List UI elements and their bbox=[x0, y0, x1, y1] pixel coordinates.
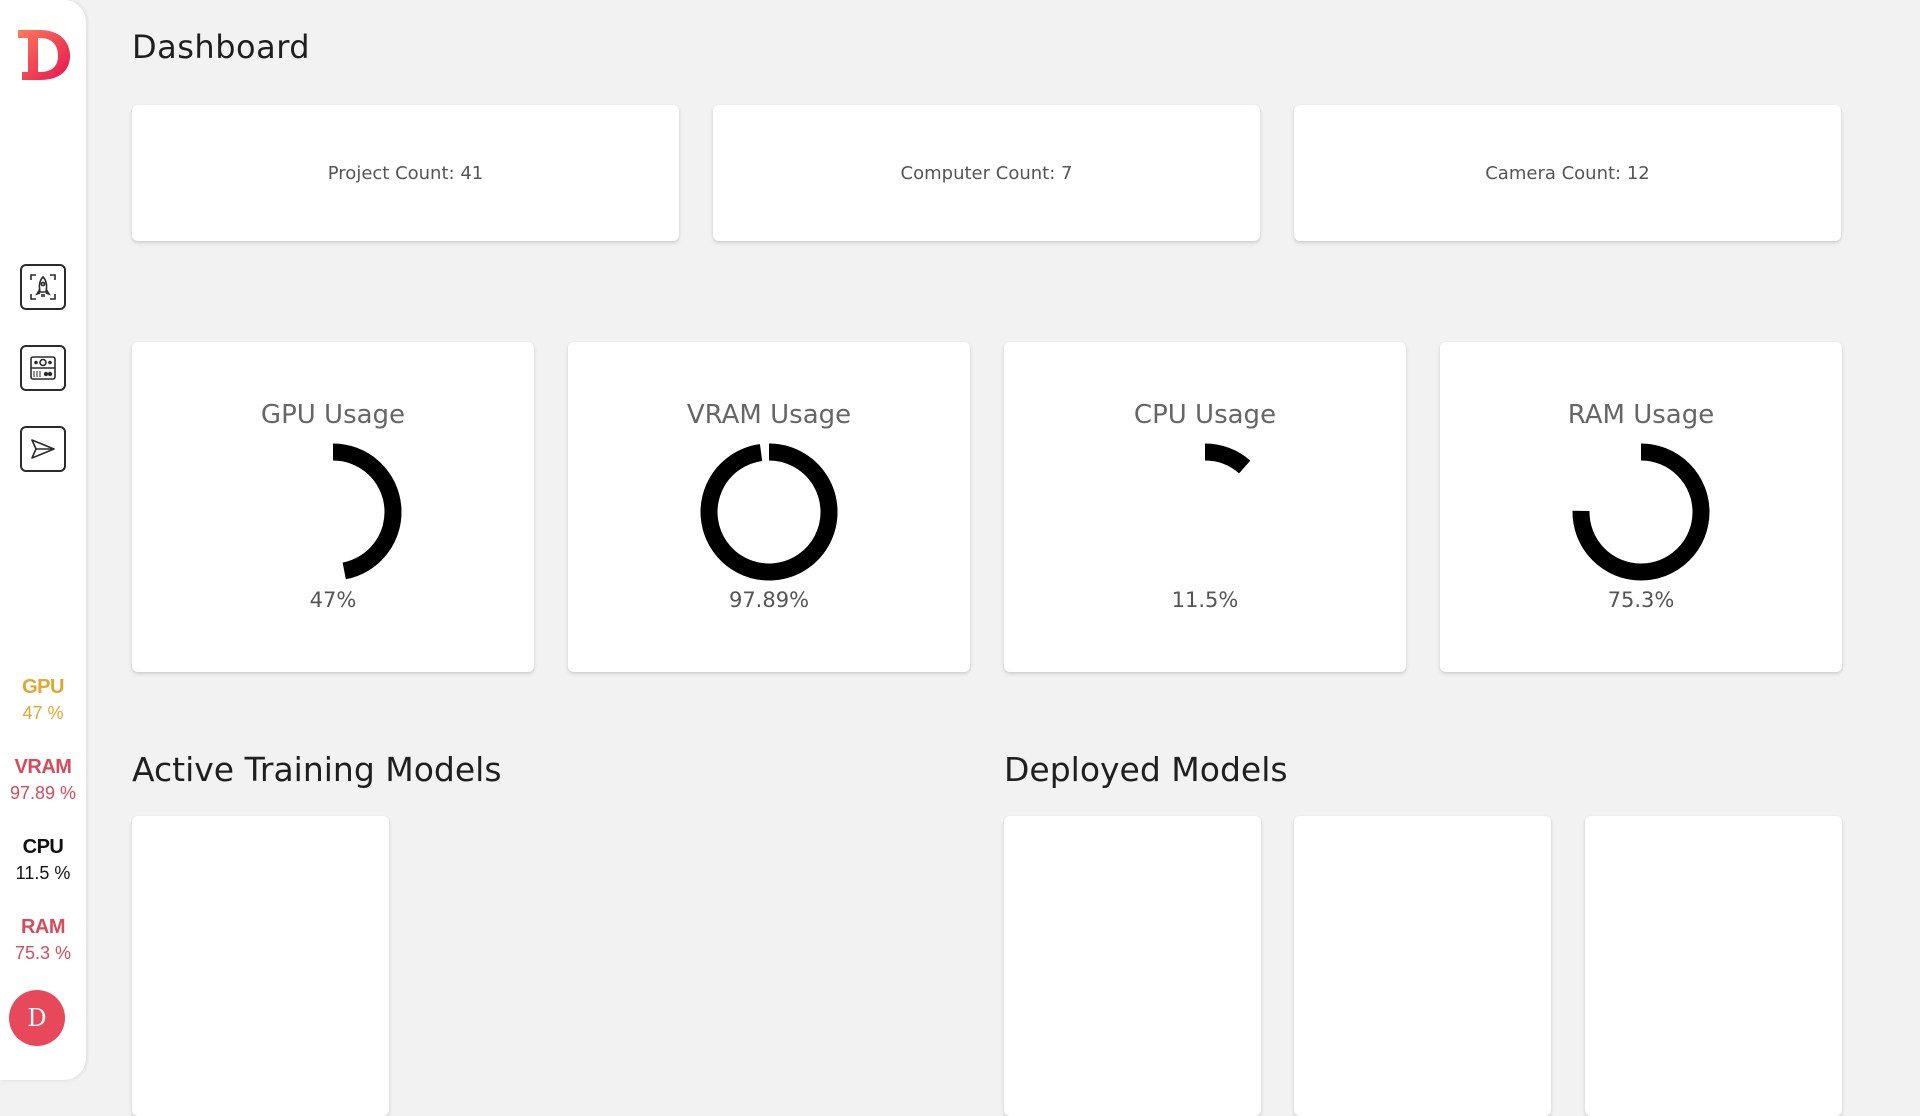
gpu-usage-arc bbox=[332, 443, 402, 580]
deployed-model-card[interactable] bbox=[1585, 816, 1842, 1116]
project-count-card: Project Count: 41 bbox=[132, 105, 679, 241]
send-icon bbox=[31, 439, 55, 459]
sidebar-stat-ram: RAM 75.3 % bbox=[0, 916, 86, 964]
brand-d-logo[interactable] bbox=[14, 24, 74, 84]
cpu-usage-card: CPU Usage 11.5% bbox=[1004, 342, 1406, 672]
device-camera-icon bbox=[30, 356, 56, 380]
active-training-title: Active Training Models bbox=[132, 750, 502, 789]
camera-count-card: Camera Count: 12 bbox=[1294, 105, 1841, 241]
stat-value: 47 % bbox=[22, 703, 64, 723]
stat-label: GPU bbox=[22, 676, 64, 698]
ram-usage-card: RAM Usage 75.3% bbox=[1440, 342, 1842, 672]
deployed-model-card[interactable] bbox=[1004, 816, 1261, 1116]
project-count-text: Project Count: 41 bbox=[327, 162, 484, 184]
camera-count-text: Camera Count: 12 bbox=[1485, 162, 1650, 184]
sidebar-stat-cpu: CPU 11.5 % bbox=[0, 836, 86, 884]
gauge-title: CPU Usage bbox=[1133, 400, 1277, 430]
gauge-value: 11.5% bbox=[1171, 588, 1239, 612]
rocket-icon bbox=[30, 274, 56, 300]
computer-count-text: Computer Count: 7 bbox=[900, 162, 1073, 184]
stat-label: CPU bbox=[22, 836, 64, 858]
vram-usage-card: VRAM Usage 97.89% bbox=[568, 342, 970, 672]
sidebar-stat-vram: VRAM 97.89 % bbox=[0, 756, 86, 804]
vram-usage-arc bbox=[700, 443, 838, 581]
nav-deploy-button[interactable] bbox=[20, 426, 66, 472]
gpu-usage-gauge bbox=[332, 443, 402, 580]
sidebar-stat-gpu: GPU 47 % bbox=[0, 676, 86, 724]
sidebar: GPU 47 % VRAM 97.89 % CPU 11.5 % RAM 75.… bbox=[0, 0, 86, 1080]
stat-value: 75.3 % bbox=[14, 943, 72, 963]
avatar[interactable]: D bbox=[9, 990, 65, 1046]
gauge-title: RAM Usage bbox=[1567, 400, 1715, 430]
page-title: Dashboard bbox=[132, 28, 311, 66]
vram-usage-gauge bbox=[700, 443, 838, 581]
stat-label: VRAM bbox=[14, 756, 72, 778]
nav-training-button[interactable] bbox=[20, 264, 66, 310]
ram-usage-arc bbox=[1572, 443, 1710, 581]
gauge-title: GPU Usage bbox=[260, 400, 406, 430]
stat-value: 97.89 % bbox=[9, 783, 77, 803]
gauge-value: 75.3% bbox=[1607, 588, 1675, 612]
ram-usage-gauge bbox=[1572, 443, 1710, 581]
gpu-usage-card: GPU Usage 47% bbox=[132, 342, 534, 672]
cpu-usage-arc bbox=[1204, 443, 1251, 474]
stat-label: RAM bbox=[20, 916, 66, 938]
computer-count-card: Computer Count: 7 bbox=[713, 105, 1260, 241]
deployed-models-title: Deployed Models bbox=[1004, 750, 1288, 789]
gauge-title: VRAM Usage bbox=[686, 400, 852, 430]
gauge-value: 47% bbox=[309, 588, 357, 612]
cpu-usage-gauge bbox=[1204, 443, 1251, 474]
stat-value: 11.5 % bbox=[15, 863, 71, 883]
deployed-model-card[interactable] bbox=[1294, 816, 1551, 1116]
nav-devices-button[interactable] bbox=[20, 345, 66, 391]
training-model-card[interactable] bbox=[132, 816, 389, 1116]
gauge-value: 97.89% bbox=[728, 588, 810, 612]
